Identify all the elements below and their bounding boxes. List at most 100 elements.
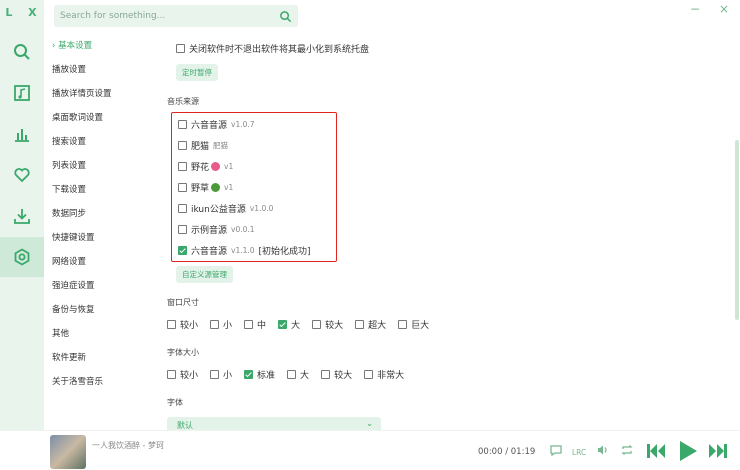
checkbox-box[interactable] xyxy=(244,370,254,379)
font-size-option[interactable]: 较大 xyxy=(321,368,352,381)
window-size-option[interactable]: 巨大 xyxy=(398,318,429,331)
checkbox-box[interactable] xyxy=(167,320,176,329)
source-version: v1.0.0 xyxy=(249,204,274,213)
checkbox-box[interactable] xyxy=(178,183,187,192)
minimize-to-tray-checkbox[interactable]: 关闭软件时不退出软件将其最小化到系统托盘 xyxy=(176,42,369,55)
checkbox-box[interactable] xyxy=(321,370,331,379)
chart-bars-icon[interactable] xyxy=(0,114,44,154)
search-icon[interactable] xyxy=(279,10,292,23)
source-name: ikun公益音源 xyxy=(191,205,246,215)
nav-item-backup[interactable]: 备份与恢复 xyxy=(44,298,154,322)
checkbox-box[interactable] xyxy=(176,44,185,53)
source-version: v1.0.7 xyxy=(231,120,255,129)
checkbox-box[interactable] xyxy=(278,320,288,329)
checkbox-box[interactable] xyxy=(210,370,220,379)
play-icon[interactable] xyxy=(678,440,698,462)
font-size-option[interactable]: 较小 xyxy=(167,368,198,381)
icon-rail: L X xyxy=(0,0,44,430)
font-size-options: 较小 小 标准 大 较大 非常大 xyxy=(167,368,404,381)
nav-item-hotkey[interactable]: 快捷键设置 xyxy=(44,226,154,250)
music-note-icon[interactable] xyxy=(0,73,44,113)
nav-item-basic[interactable]: 基本设置 xyxy=(44,34,154,58)
source-item[interactable]: 野花 v1 xyxy=(178,160,233,173)
checkbox-box[interactable] xyxy=(178,246,187,255)
timer-pause-button[interactable]: 定时暂停 xyxy=(176,64,218,81)
nav-item-about[interactable]: 关于洛雪音乐 xyxy=(44,370,154,394)
checkbox-box[interactable] xyxy=(312,320,322,329)
settings-content: 关闭软件时不退出软件将其最小化到系统托盘 定时暂停 音乐来源 六音音源 v1.0… xyxy=(154,34,724,430)
checkbox-box[interactable] xyxy=(244,320,254,329)
download-icon[interactable] xyxy=(0,196,44,236)
checkbox-box[interactable] xyxy=(178,204,187,213)
search-input[interactable] xyxy=(60,11,279,21)
source-name: 六音音源 xyxy=(191,247,228,257)
volume-icon[interactable] xyxy=(596,443,610,457)
close-button[interactable]: × xyxy=(719,2,729,16)
font-size-option[interactable]: 小 xyxy=(210,368,232,381)
window-size-option[interactable]: 超大 xyxy=(355,318,386,331)
minimize-button[interactable]: − xyxy=(690,2,700,16)
source-item[interactable]: 六音音源 v1.0.7 xyxy=(178,118,255,131)
album-cover[interactable] xyxy=(50,435,86,469)
font-select[interactable]: 默认 ⌄ xyxy=(167,417,381,430)
player-bar: 一人我饮酒醉 - 梦珂 00:00 / 01:19 LRC xyxy=(0,430,740,470)
settings-nav: 基本设置 播放设置 播放详情页设置 桌面歌词设置 搜索设置 列表设置 下载设置 … xyxy=(44,34,154,430)
checkbox-box[interactable] xyxy=(364,370,374,379)
nav-item-update[interactable]: 软件更新 xyxy=(44,346,154,370)
search-icon[interactable] xyxy=(0,32,44,72)
checkbox-box[interactable] xyxy=(355,320,365,329)
music-source-title: 音乐来源 xyxy=(167,97,199,106)
search-bar[interactable] xyxy=(54,5,298,27)
window-size-option[interactable]: 大 xyxy=(278,318,300,331)
app-window: L X − × 基本设置 播放设置 播放详情页设置 桌面歌词设置 搜索设置 列表 xyxy=(0,0,740,470)
nav-item-ocd[interactable]: 强迫症设置 xyxy=(44,274,154,298)
source-item[interactable]: 示例音源 v0.0.1 xyxy=(178,223,255,236)
next-track-icon[interactable] xyxy=(708,442,728,460)
play-time: 00:00 / 01:19 xyxy=(478,447,536,457)
checkbox-box[interactable] xyxy=(287,370,297,379)
settings-icon[interactable] xyxy=(0,237,44,277)
window-size-option[interactable]: 较大 xyxy=(312,318,343,331)
song-title[interactable]: 一人我饮酒醉 - 梦珂 xyxy=(92,440,164,451)
checkbox-box[interactable] xyxy=(178,120,187,129)
window-size-option[interactable]: 小 xyxy=(210,318,232,331)
nav-item-other[interactable]: 其他 xyxy=(44,322,154,346)
lyric-toggle-button[interactable]: LRC xyxy=(572,448,586,457)
checkbox-box[interactable] xyxy=(210,320,220,329)
checkbox-box[interactable] xyxy=(178,225,187,234)
previous-track-icon[interactable] xyxy=(646,442,666,460)
font-size-option[interactable]: 标准 xyxy=(244,368,275,381)
window-size-option[interactable]: 中 xyxy=(244,318,266,331)
nav-item-search[interactable]: 搜索设置 xyxy=(44,130,154,154)
checkbox-box[interactable] xyxy=(167,370,176,379)
nav-item-sync[interactable]: 数据同步 xyxy=(44,202,154,226)
source-item[interactable]: 肥猫 肥猫 xyxy=(178,139,228,152)
nav-item-download[interactable]: 下载设置 xyxy=(44,178,154,202)
repeat-icon[interactable] xyxy=(620,443,634,457)
font-select-value: 默认 xyxy=(177,421,193,430)
comment-icon[interactable] xyxy=(549,443,563,457)
source-item[interactable]: ikun公益音源 v1.0.0 xyxy=(178,202,273,215)
flower-emoji-icon xyxy=(211,162,221,171)
window-size-option[interactable]: 较小 xyxy=(167,318,198,331)
heart-icon[interactable] xyxy=(0,155,44,195)
source-name: 野花 xyxy=(191,163,210,173)
nav-item-list[interactable]: 列表设置 xyxy=(44,154,154,178)
font-size-option[interactable]: 大 xyxy=(287,368,309,381)
source-item[interactable]: 六音音源 v1.1.0 [初始化成功] xyxy=(178,244,311,257)
custom-source-button[interactable]: 自定义源管理 xyxy=(176,266,233,283)
source-status: [初始化成功] xyxy=(258,247,311,257)
font-size-option[interactable]: 非常大 xyxy=(364,368,404,381)
checkbox-box[interactable] xyxy=(178,141,187,150)
nav-item-play[interactable]: 播放设置 xyxy=(44,58,154,82)
nav-item-network[interactable]: 网络设置 xyxy=(44,250,154,274)
grass-emoji-icon xyxy=(211,183,221,192)
source-item[interactable]: 野草 v1 xyxy=(178,181,233,194)
nav-item-desktop-lyric[interactable]: 桌面歌词设置 xyxy=(44,106,154,130)
checkbox-box[interactable] xyxy=(178,162,187,171)
source-name: 肥猫 xyxy=(191,142,210,152)
scrollbar[interactable] xyxy=(735,140,739,320)
nav-item-play-detail[interactable]: 播放详情页设置 xyxy=(44,82,154,106)
checkbox-box[interactable] xyxy=(398,320,408,329)
music-source-list: 六音音源 v1.0.7 肥猫 肥猫 野花 v1 野草 v1 ikun公益音源 v… xyxy=(171,112,337,262)
